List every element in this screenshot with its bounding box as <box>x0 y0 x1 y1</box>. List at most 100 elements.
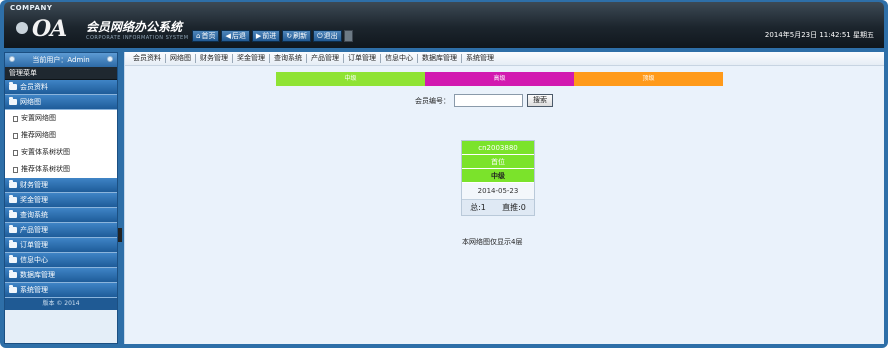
refresh-icon: ↻ <box>286 32 293 40</box>
sidebar-item-label: 查询系统 <box>20 210 48 219</box>
folder-icon <box>9 210 17 218</box>
folder-icon <box>9 97 17 105</box>
logo-text: OA <box>32 16 67 42</box>
datetime-display: 2014年5月23日 11:42:51 星期五 <box>764 31 874 39</box>
refresh-button-label: 刷新 <box>293 32 308 40</box>
sidebar-item-label: 订单管理 <box>20 240 48 249</box>
sidebar-item-label: 数据库管理 <box>20 270 55 279</box>
sidebar-item-label: 会员资料 <box>20 82 48 91</box>
pin-icon <box>9 56 15 62</box>
search-button[interactable]: 搜索 <box>527 94 553 107</box>
power-icon: ⏻ <box>317 32 323 40</box>
network-submenu: 安置网络图 推荐网络图 安置体系树状图 推荐体系树状图 <box>5 110 117 178</box>
member-search: 会员编号： 搜索 <box>415 94 553 107</box>
home-button-label: 首页 <box>201 32 216 40</box>
nav-item-orders[interactable]: 订单管理 <box>344 54 381 63</box>
nav-item-query[interactable]: 查询系统 <box>270 54 307 63</box>
pin-icon <box>107 56 113 62</box>
node-level: 中级 <box>462 169 534 183</box>
back-button[interactable]: ◀ 后退 <box>221 30 250 42</box>
toolbar-extra-button[interactable] <box>343 30 353 42</box>
sidebar-item-info-center[interactable]: 信息中心 <box>5 253 117 268</box>
current-user-bar: 当前用户：Admin <box>5 53 117 67</box>
folder-icon <box>9 225 17 233</box>
app-header: COMPANY OA 会员网络办公系统 CORPORATE INFORMATIO… <box>4 2 884 48</box>
logout-button-label: 退出 <box>323 32 338 40</box>
top-nav: 会员资料 网络图 财务管理 奖金管理 查询系统 产品管理 订单管理 信息中心 数… <box>125 52 884 66</box>
menu-header: 管理菜单 <box>5 67 117 80</box>
system-subtitle: CORPORATE INFORMATION SYSTEM <box>86 35 189 41</box>
network-node-card[interactable]: cn2003880 首位 中级 2014-05-23 总:1 直推:0 <box>461 140 535 216</box>
sidebar: 当前用户：Admin 管理菜单 会员资料 网络图 安置网络图 推荐网络图 安置体… <box>4 52 118 344</box>
current-user-label: 当前用户：Admin <box>32 56 90 64</box>
member-id-label: 会员编号： <box>415 96 450 105</box>
legend-top: 顶级 <box>574 72 723 86</box>
sidebar-item-database[interactable]: 数据库管理 <box>5 268 117 283</box>
nav-item-database[interactable]: 数据库管理 <box>418 54 462 63</box>
legend-mid: 中级 <box>276 72 425 86</box>
node-name: 首位 <box>462 155 534 169</box>
submenu-item-label: 推荐网络图 <box>21 131 56 139</box>
submenu-item-placement-network[interactable]: 安置网络图 <box>5 110 117 127</box>
submenu-item-referral-tree[interactable]: 推荐体系树状图 <box>5 161 117 178</box>
sidebar-collapse-handle[interactable] <box>118 228 122 242</box>
submenu-item-label: 推荐体系树状图 <box>21 165 70 173</box>
submenu-item-referral-network[interactable]: 推荐网络图 <box>5 127 117 144</box>
main-content: 会员资料 网络图 财务管理 奖金管理 查询系统 产品管理 订单管理 信息中心 数… <box>124 52 884 344</box>
arrow-right-icon: ▶ <box>255 32 262 40</box>
logout-button[interactable]: ⏻ 退出 <box>313 30 342 42</box>
back-button-label: 后退 <box>231 32 246 40</box>
top-toolbar: ⌂ 首页 ◀ 后退 ▶ 前进 ↻ 刷新 ⏻ 退出 <box>192 30 353 42</box>
arrow-left-icon: ◀ <box>225 32 231 40</box>
sidebar-item-query[interactable]: 查询系统 <box>5 208 117 223</box>
folder-icon <box>9 270 17 278</box>
nav-item-info-center[interactable]: 信息中心 <box>381 54 418 63</box>
sidebar-item-label: 系统管理 <box>20 285 48 294</box>
sidebar-item-network-chart[interactable]: 网络图 <box>5 95 117 110</box>
node-total: 总:1 <box>470 203 486 212</box>
folder-icon <box>9 255 17 263</box>
logo-icon <box>16 22 28 34</box>
sidebar-item-orders[interactable]: 订单管理 <box>5 238 117 253</box>
sidebar-item-finance[interactable]: 财务管理 <box>5 178 117 193</box>
sidebar-item-label: 财务管理 <box>20 180 48 189</box>
nav-item-system[interactable]: 系统管理 <box>462 54 498 63</box>
refresh-button[interactable]: ↻ 刷新 <box>282 30 312 42</box>
sidebar-item-bonus[interactable]: 奖金管理 <box>5 193 117 208</box>
submenu-item-label: 安置网络图 <box>21 114 56 122</box>
folder-icon <box>9 82 17 90</box>
sidebar-item-label: 信息中心 <box>20 255 48 264</box>
system-title: 会员网络办公系统 <box>86 20 183 34</box>
sidebar-item-system[interactable]: 系统管理 <box>5 283 117 298</box>
document-icon <box>13 166 18 173</box>
menu-header-label: 管理菜单 <box>9 69 37 77</box>
app-window: COMPANY OA 会员网络办公系统 CORPORATE INFORMATIO… <box>0 0 888 348</box>
nav-item-member-info[interactable]: 会员资料 <box>129 54 166 63</box>
legend-high: 高级 <box>425 72 574 86</box>
document-icon <box>13 132 18 139</box>
folder-icon <box>9 285 17 293</box>
submenu-item-placement-tree[interactable]: 安置体系树状图 <box>5 144 117 161</box>
folder-icon <box>9 240 17 248</box>
company-label: COMPANY <box>10 4 53 12</box>
node-id: cn2003880 <box>462 141 534 155</box>
sidebar-item-products[interactable]: 产品管理 <box>5 223 117 238</box>
nav-item-bonus[interactable]: 奖金管理 <box>233 54 270 63</box>
nav-item-finance[interactable]: 财务管理 <box>196 54 233 63</box>
sidebar-item-label: 产品管理 <box>20 225 48 234</box>
network-depth-note: 本网络图仅显示4层 <box>462 238 523 246</box>
document-icon <box>13 115 18 122</box>
home-button[interactable]: ⌂ 首页 <box>192 30 220 42</box>
document-icon <box>13 149 18 156</box>
copyright: 版本 © 2014 <box>5 298 117 310</box>
member-id-input[interactable] <box>454 94 523 107</box>
node-date: 2014-05-23 <box>462 183 534 200</box>
sidebar-item-member-info[interactable]: 会员资料 <box>5 80 117 95</box>
folder-icon <box>9 180 17 188</box>
forward-button[interactable]: ▶ 前进 <box>251 30 281 42</box>
sidebar-item-label: 网络图 <box>20 97 41 106</box>
nav-item-products[interactable]: 产品管理 <box>307 54 344 63</box>
submenu-item-label: 安置体系树状图 <box>21 148 70 156</box>
node-direct: 直推:0 <box>502 203 526 212</box>
nav-item-network-chart[interactable]: 网络图 <box>166 54 196 63</box>
